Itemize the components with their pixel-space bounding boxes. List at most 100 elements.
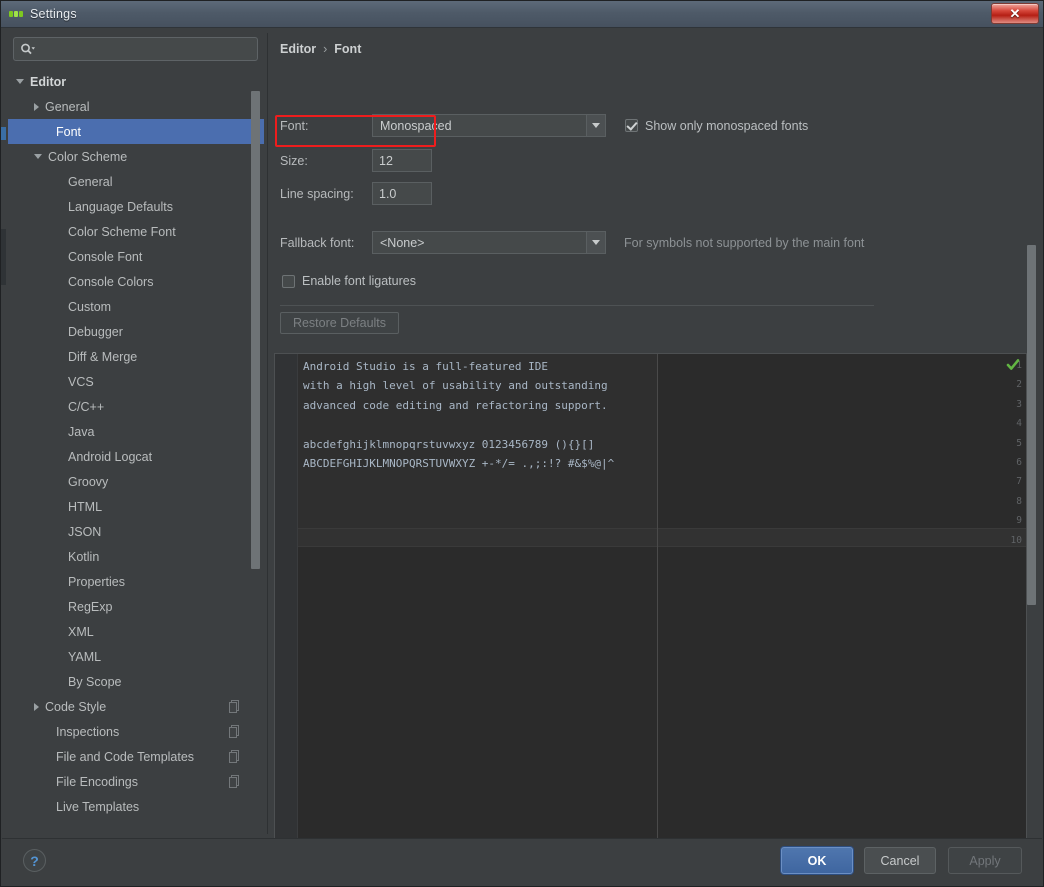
font-row: Font: Monospaced Show only monospaced fo… — [280, 114, 808, 137]
sidebar-item-live-templates[interactable]: Live Templates — [8, 794, 264, 819]
sidebar-item-vcs[interactable]: VCS — [8, 369, 264, 394]
sidebar-item-debugger[interactable]: Debugger — [8, 319, 264, 344]
sidebar-item-label: Groovy — [68, 475, 108, 489]
breadcrumb-root[interactable]: Editor — [280, 42, 316, 56]
size-value: 12 — [379, 154, 393, 168]
show-monospaced-checkbox[interactable]: Show only monospaced fonts — [625, 119, 808, 133]
enable-ligatures-checkbox[interactable]: Enable font ligatures — [282, 274, 416, 288]
sidebar-item-general[interactable]: General — [8, 94, 264, 119]
font-combo-value: Monospaced — [380, 119, 452, 133]
show-monospaced-label: Show only monospaced fonts — [645, 119, 808, 133]
sidebar-item-groovy[interactable]: Groovy — [8, 469, 264, 494]
line-spacing-input[interactable]: 1.0 — [372, 182, 432, 205]
line-number: 8 — [1016, 496, 1022, 507]
sidebar-item-language-defaults[interactable]: Language Defaults — [8, 194, 264, 219]
preview-caret-line — [298, 528, 1026, 547]
sidebar-scrollbar-thumb[interactable] — [251, 91, 260, 569]
settings-content: Editor › Font Font: Monospaced Show only… — [272, 29, 1036, 838]
copy-settings-icon[interactable] — [229, 775, 240, 788]
green-check-icon[interactable] — [1006, 358, 1020, 372]
line-spacing-label: Line spacing: — [280, 187, 372, 201]
font-preview-editor[interactable]: 12345678910 Android Studio is a full-fea… — [274, 353, 1027, 844]
right-margin-line — [657, 354, 658, 843]
sidebar-item-diff-merge[interactable]: Diff & Merge — [8, 344, 264, 369]
sidebar-item-by-scope[interactable]: By Scope — [8, 669, 264, 694]
preview-gutter — [275, 354, 298, 843]
line-number: 9 — [1016, 515, 1022, 526]
sidebar-item-java[interactable]: Java — [8, 419, 264, 444]
fallback-font-combo[interactable]: <None> — [372, 231, 606, 254]
sidebar-item-inspections[interactable]: Inspections — [8, 719, 264, 744]
sidebar-item-label: HTML — [68, 500, 102, 514]
sidebar-item-label: Color Scheme — [48, 150, 127, 164]
sidebar-item-label: General — [45, 100, 89, 114]
checkbox-icon — [625, 119, 638, 132]
apply-label: Apply — [969, 854, 1000, 868]
sidebar-item-c-c[interactable]: C/C++ — [8, 394, 264, 419]
fallback-font-row: Fallback font: <None> For symbols not su… — [280, 231, 864, 254]
font-label: Font: — [280, 119, 372, 133]
chevron-down-icon[interactable] — [34, 154, 42, 159]
pane-splitter[interactable] — [267, 33, 268, 834]
breadcrumb-separator-icon: › — [323, 42, 327, 56]
line-number: 6 — [1016, 457, 1022, 468]
sidebar-item-xml[interactable]: XML — [8, 619, 264, 644]
android-studio-icon — [8, 6, 24, 22]
sidebar-item-label: Inspections — [56, 725, 119, 739]
chevron-down-icon[interactable] — [586, 232, 605, 253]
sidebar-item-code-style[interactable]: Code Style — [8, 694, 264, 719]
help-button[interactable]: ? — [23, 849, 46, 872]
ok-button[interactable]: OK — [781, 847, 853, 874]
sidebar-item-console-font[interactable]: Console Font — [8, 244, 264, 269]
sidebar-item-color-scheme[interactable]: Color Scheme — [8, 144, 264, 169]
sidebar-item-properties[interactable]: Properties — [8, 569, 264, 594]
restore-defaults-button[interactable]: Restore Defaults — [280, 312, 399, 334]
copy-settings-icon[interactable] — [229, 725, 240, 738]
ligatures-row: Enable font ligatures — [282, 274, 416, 288]
dialog-body: EditorGeneralFontColor SchemeGeneralLang… — [2, 29, 1042, 838]
screen: Settings ✕ Edito — [0, 0, 1044, 887]
sidebar-item-label: File Encodings — [56, 775, 138, 789]
sidebar-item-label: Color Scheme Font — [68, 225, 176, 239]
size-input[interactable]: 12 — [372, 149, 432, 172]
sidebar-item-android-logcat[interactable]: Android Logcat — [8, 444, 264, 469]
sidebar-item-kotlin[interactable]: Kotlin — [8, 544, 264, 569]
edge-artifact — [1, 127, 6, 140]
fallback-font-label: Fallback font: — [280, 236, 372, 250]
code-line: Android Studio is a full-featured IDE — [303, 360, 548, 373]
chevron-down-icon[interactable] — [586, 115, 605, 136]
sidebar-item-json[interactable]: JSON — [8, 519, 264, 544]
sidebar-item-general[interactable]: General — [8, 169, 264, 194]
copy-settings-icon[interactable] — [229, 700, 240, 713]
close-button[interactable]: ✕ — [991, 3, 1039, 24]
restore-defaults-label: Restore Defaults — [293, 316, 386, 330]
sidebar-item-color-scheme-font[interactable]: Color Scheme Font — [8, 219, 264, 244]
sidebar-item-custom[interactable]: Custom — [8, 294, 264, 319]
search-box[interactable] — [13, 37, 258, 61]
sidebar-item-file-encodings[interactable]: File Encodings — [8, 769, 264, 794]
sidebar-item-label: By Scope — [68, 675, 122, 689]
settings-window: Settings ✕ Edito — [0, 0, 1044, 887]
sidebar-item-label: Console Colors — [68, 275, 153, 289]
settings-tree[interactable]: EditorGeneralFontColor SchemeGeneralLang… — [8, 69, 264, 834]
apply-button[interactable]: Apply — [948, 847, 1022, 874]
sidebar-item-label: XML — [68, 625, 94, 639]
chevron-right-icon[interactable] — [34, 103, 39, 111]
cancel-button[interactable]: Cancel — [864, 847, 936, 874]
sidebar-item-editor[interactable]: Editor — [8, 69, 264, 94]
copy-settings-icon[interactable] — [229, 750, 240, 763]
close-icon: ✕ — [1010, 7, 1021, 20]
sidebar-item-font[interactable]: Font — [8, 119, 264, 144]
content-scrollbar-thumb[interactable] — [1027, 245, 1036, 605]
line-number: 3 — [1016, 399, 1022, 410]
chevron-down-icon[interactable] — [16, 79, 24, 84]
sidebar-item-yaml[interactable]: YAML — [8, 644, 264, 669]
chevron-right-icon[interactable] — [34, 703, 39, 711]
sidebar-item-console-colors[interactable]: Console Colors — [8, 269, 264, 294]
font-combo[interactable]: Monospaced — [372, 114, 606, 137]
search-input[interactable] — [39, 41, 257, 57]
sidebar-item-html[interactable]: HTML — [8, 494, 264, 519]
sidebar-item-file-and-code-templates[interactable]: File and Code Templates — [8, 744, 264, 769]
enable-ligatures-label: Enable font ligatures — [302, 274, 416, 288]
sidebar-item-regexp[interactable]: RegExp — [8, 594, 264, 619]
